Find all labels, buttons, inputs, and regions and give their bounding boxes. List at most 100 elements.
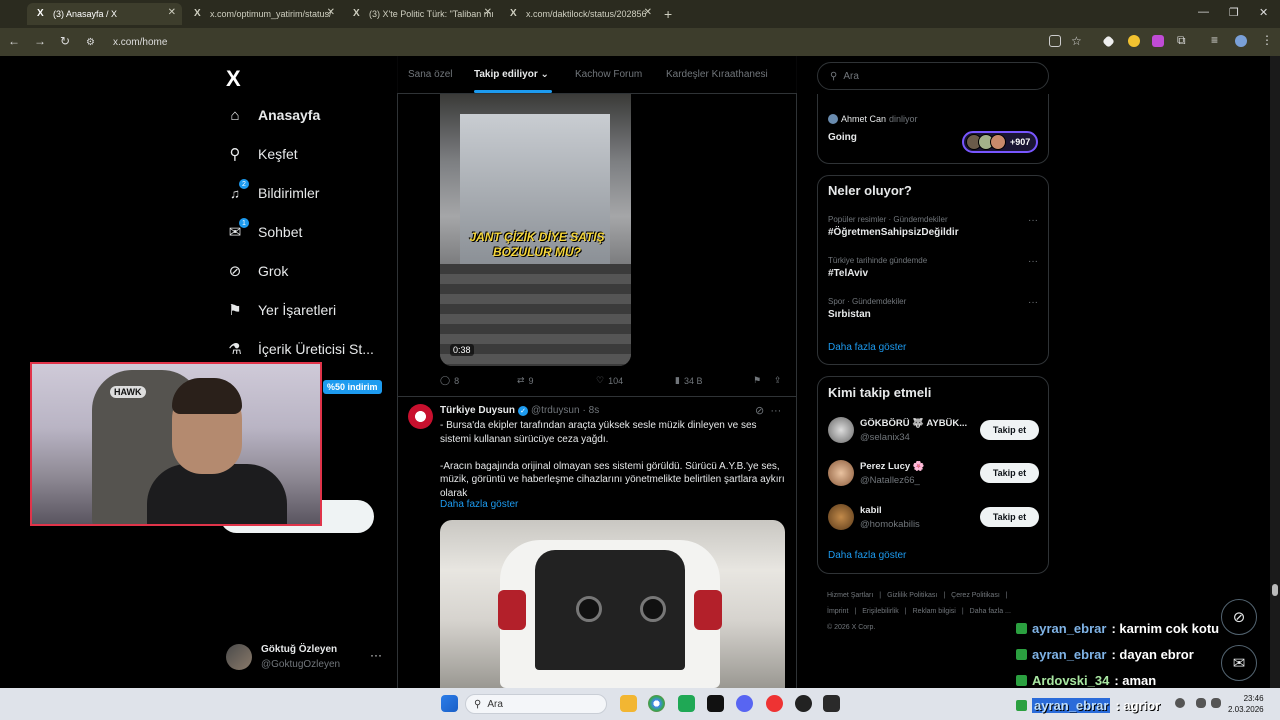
- follow-button[interactable]: Takip et: [980, 463, 1039, 483]
- grok-float-button[interactable]: ⊘: [1221, 599, 1257, 635]
- network-icon[interactable]: [1196, 698, 1206, 708]
- nav-buttons[interactable]: ←→↻: [8, 34, 84, 48]
- epic-games-icon[interactable]: [823, 695, 840, 712]
- microphone-icon[interactable]: [1175, 698, 1185, 708]
- search-input[interactable]: ⚲ Ara: [817, 62, 1049, 90]
- author-name[interactable]: Türkiye Duysun: [440, 405, 515, 416]
- x-logo[interactable]: X: [226, 66, 241, 92]
- tweet-time[interactable]: · 8s: [583, 405, 600, 416]
- footer-link[interactable]: Reklam bilgisi: [913, 608, 956, 615]
- tweet-image[interactable]: [440, 520, 785, 688]
- extensions-puzzle-icon[interactable]: ⧉: [1177, 33, 1186, 48]
- browser-menu-icon[interactable]: ⋮: [1261, 33, 1273, 47]
- footer-link[interactable]: Gizlilik Politikası: [887, 592, 937, 599]
- nav-item-explore[interactable]: ⚲ Keşfet: [226, 145, 298, 163]
- site-info-icon[interactable]: ⚙: [86, 37, 95, 48]
- more-icon[interactable]: ···: [1028, 215, 1038, 226]
- discord-icon[interactable]: [736, 695, 753, 712]
- reply-button[interactable]: ◯ 8: [440, 375, 459, 386]
- browser-tab[interactable]: Xx.com/daktilock/status/202856 ✕: [500, 3, 658, 25]
- close-tab-icon[interactable]: ✕: [644, 7, 652, 18]
- close-window-button[interactable]: ✕: [1259, 6, 1268, 19]
- avatar[interactable]: [408, 404, 433, 429]
- url-bar[interactable]: ⚙ x.com/home: [86, 33, 1026, 51]
- tweet-author[interactable]: Türkiye Duysun ✓ @trduysun · 8s: [440, 405, 599, 416]
- tab-for-you[interactable]: Sana özel: [408, 69, 452, 80]
- scrollbar-thumb[interactable]: [1272, 584, 1278, 596]
- footer-link[interactable]: Erişilebilirlik: [862, 608, 899, 615]
- tab-kachow-forum[interactable]: Kachow Forum: [575, 69, 642, 80]
- space-title[interactable]: Going: [828, 132, 857, 143]
- taskbar-clock[interactable]: 23:46 2.03.2026: [1228, 693, 1264, 715]
- follow-suggestion[interactable]: GÖKBÖRÜ 🐺 AYBÜK... @selanix34 Takip et: [828, 415, 1040, 445]
- media-control-icon[interactable]: ≡: [1211, 33, 1218, 47]
- extension-icon[interactable]: [1152, 35, 1164, 47]
- more-icon[interactable]: ···: [370, 648, 382, 662]
- app-icon[interactable]: [678, 695, 695, 712]
- follow-suggestion[interactable]: kabil @homokabilis Takip et: [828, 502, 1040, 532]
- share-button[interactable]: ⇪: [774, 375, 782, 386]
- bookmark-button[interactable]: ⚑: [753, 375, 761, 386]
- browser-tab[interactable]: X (3) X'te Politic Türk: "Taliban mı ✕: [343, 3, 498, 25]
- nav-item-chat[interactable]: ✉ 1 Sohbet: [226, 218, 302, 241]
- nav-item-grok[interactable]: ⊘ Grok: [226, 262, 289, 280]
- tab-following[interactable]: Takip ediliyor ⌄: [474, 69, 549, 80]
- close-tab-icon[interactable]: ✕: [327, 7, 335, 18]
- new-tab-button[interactable]: +: [664, 6, 672, 22]
- taskbar-search[interactable]: ⚲ Ara: [465, 694, 607, 714]
- show-more-link[interactable]: Daha fazla göster: [440, 499, 518, 510]
- follow-button[interactable]: Takip et: [980, 420, 1039, 440]
- trend-item[interactable]: Popüler resimler · Gündemdekiler #Öğretme…: [828, 215, 1038, 238]
- tweet-options[interactable]: ⊘ ···: [755, 404, 781, 417]
- restore-button[interactable]: ❐: [1229, 6, 1239, 19]
- media-app-icon[interactable]: [766, 695, 783, 712]
- browser-tab[interactable]: X (3) Anasayfa / X ✕: [27, 3, 182, 25]
- like-button[interactable]: ♡ 104: [596, 375, 623, 386]
- forward-icon[interactable]: →: [34, 34, 60, 48]
- app-icon[interactable]: [795, 695, 812, 712]
- minimize-button[interactable]: —: [1198, 6, 1209, 18]
- more-icon[interactable]: ···: [1028, 256, 1038, 267]
- extension-icon[interactable]: [1128, 35, 1140, 47]
- more-icon[interactable]: ···: [1028, 297, 1038, 308]
- messages-float-button[interactable]: ✉: [1221, 645, 1257, 681]
- space-listeners[interactable]: +907: [962, 131, 1038, 153]
- app-icon[interactable]: [707, 695, 724, 712]
- nav-item-home[interactable]: ⌂ Anasayfa: [226, 106, 320, 124]
- file-explorer-icon[interactable]: [620, 695, 637, 712]
- footer-link[interactable]: Daha fazla ...: [970, 608, 1011, 615]
- profile-avatar-icon[interactable]: [1235, 35, 1247, 47]
- bookmark-star-icon[interactable]: ☆: [1071, 34, 1082, 48]
- chrome-icon[interactable]: [648, 695, 665, 712]
- nav-item-bookmarks[interactable]: ⚑ Yer İşaretleri: [226, 301, 336, 319]
- follow-show-more[interactable]: Daha fazla göster: [828, 550, 906, 561]
- footer-link[interactable]: İmprint: [827, 608, 848, 615]
- more-icon[interactable]: ···: [770, 405, 781, 417]
- windows-start-icon[interactable]: [441, 695, 458, 712]
- trend-item[interactable]: Spor · Gündemdekiler Sırbistan ···: [828, 297, 1038, 320]
- account-switcher[interactable]: Göktuğ Özleyen @GoktugOzleyen ···: [226, 642, 386, 676]
- views-button[interactable]: ▮ 34 B: [675, 375, 702, 386]
- tweet-video[interactable]: JANT ÇİZİK DİYE SATIŞ BOZULUR MU? 0:38: [440, 94, 631, 366]
- discount-badge[interactable]: %50 indirim: [323, 380, 382, 394]
- close-tab-icon[interactable]: ✕: [168, 7, 176, 18]
- trends-show-more[interactable]: Daha fazla göster: [828, 342, 906, 353]
- nav-item-creator-studio[interactable]: ⚗ İçerik Üreticisi St...: [226, 340, 374, 358]
- back-icon[interactable]: ←: [8, 34, 34, 48]
- grok-icon[interactable]: ⊘: [755, 405, 764, 417]
- retweet-button[interactable]: ⇄ 9: [517, 375, 534, 386]
- footer-link[interactable]: Hizmet Şartları: [827, 592, 873, 599]
- follow-button[interactable]: Takip et: [980, 507, 1039, 527]
- author-handle[interactable]: @trduysun: [531, 405, 580, 416]
- follow-suggestion[interactable]: Perez Lucy 🌸 @Natallez66_ Takip et: [828, 458, 1040, 488]
- close-tab-icon[interactable]: ✕: [484, 7, 492, 18]
- footer-link[interactable]: Çerez Politikası: [951, 592, 1000, 599]
- url-text[interactable]: x.com/home: [113, 37, 167, 48]
- install-icon[interactable]: [1049, 35, 1061, 47]
- volume-icon[interactable]: [1211, 698, 1221, 708]
- browser-tab[interactable]: Xx.com/optimum_yatirim/status/✕: [184, 3, 341, 25]
- tab-kardesler[interactable]: Kardeşler Kıraathanesi: [666, 69, 768, 80]
- reload-icon[interactable]: ↻: [60, 34, 84, 48]
- trend-item[interactable]: Türkiye tarihinde gündemde #TelAviv ···: [828, 256, 1038, 279]
- nav-item-notifications[interactable]: ♫ 2 Bildirimler: [226, 179, 319, 202]
